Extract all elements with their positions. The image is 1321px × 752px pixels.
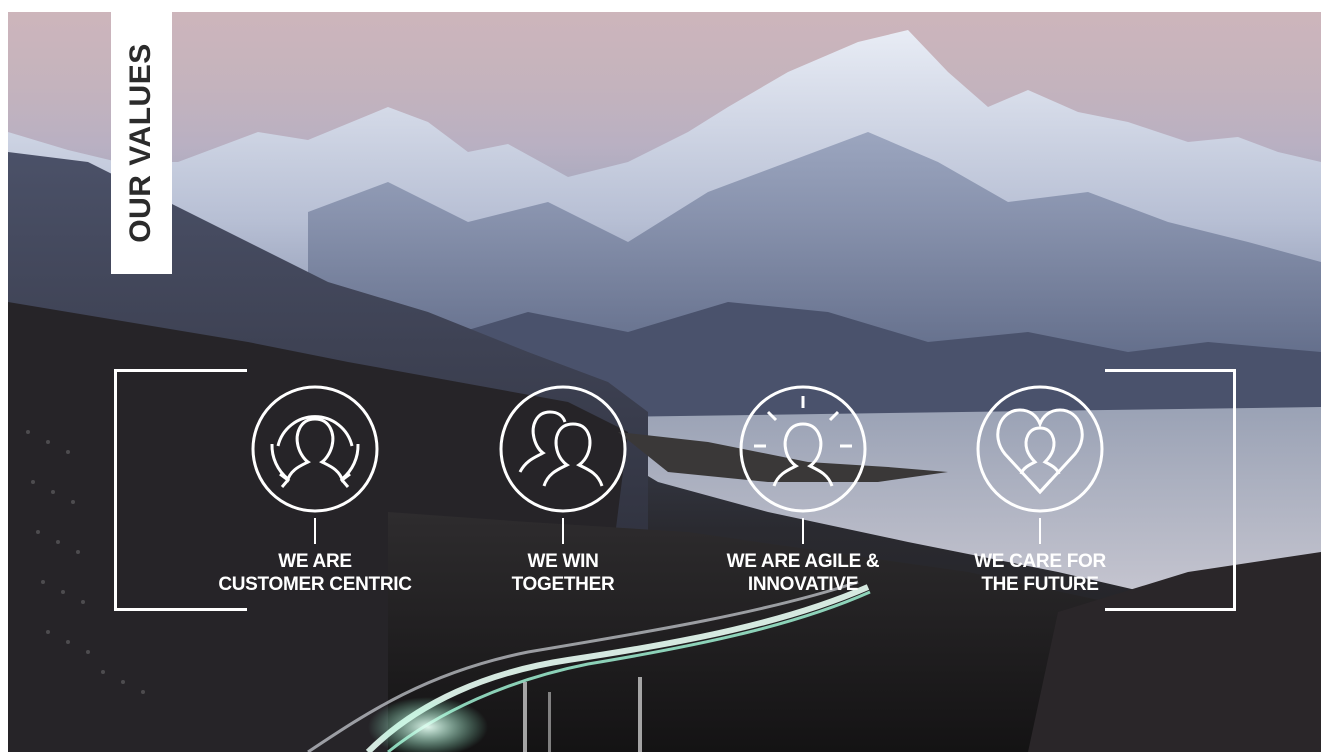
- value-label-line1: WE CARE FOR: [974, 551, 1106, 572]
- people-together-icon: [499, 385, 627, 513]
- value-agile-innovative: WE ARE AGILE & INNOVATIVE: [693, 384, 913, 596]
- connector-line: [562, 518, 564, 544]
- connector-line: [802, 518, 804, 544]
- connector-line: [1039, 518, 1041, 544]
- heart-person-icon: [976, 385, 1104, 513]
- customer-centric-icon: [251, 385, 379, 513]
- value-label-line1: WE WIN: [527, 551, 599, 572]
- value-label-line1: WE ARE: [278, 551, 352, 572]
- values-slide: OUR VALUES WE ARE CUSTOMER CENTRIC WE WI…: [8, 12, 1321, 752]
- value-label-line2: TOGETHER: [511, 574, 615, 595]
- value-customer-centric: WE ARE CUSTOMER CENTRIC: [205, 384, 425, 596]
- connector-line: [314, 518, 316, 544]
- page-title: OUR VALUES: [124, 43, 157, 243]
- lightbulb-person-icon: [739, 385, 867, 513]
- value-label-line2: THE FUTURE: [981, 574, 1099, 595]
- value-label-line2: CUSTOMER CENTRIC: [218, 574, 412, 595]
- value-win-together: WE WIN TOGETHER: [453, 384, 673, 596]
- value-label-line1: WE ARE AGILE &: [726, 551, 880, 572]
- value-label-line2: INNOVATIVE: [747, 574, 859, 595]
- value-care-future: WE CARE FOR THE FUTURE: [930, 384, 1150, 596]
